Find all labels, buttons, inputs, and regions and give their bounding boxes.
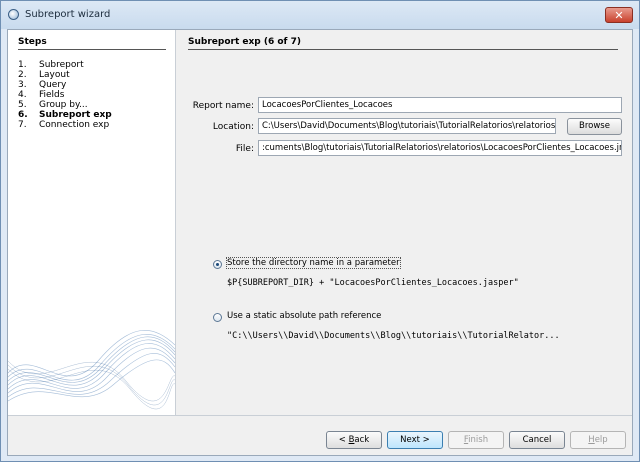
back-prefix: <: [338, 435, 349, 445]
steps-divider: [18, 49, 166, 50]
back-button[interactable]: < Back: [326, 431, 382, 449]
report-name-label: Report name:: [192, 101, 254, 111]
step-item: 5. Group by...: [18, 100, 112, 110]
wizard-client-area: Steps 1. Subreport 2. Layout 3. Query 4. Fie…: [7, 29, 633, 456]
step-item: 2. Layout: [18, 70, 112, 80]
step-number: 2.: [18, 70, 27, 80]
browse-button[interactable]: Browse: [567, 118, 622, 135]
store-parameter-label[interactable]: Store the directory name in a parameter: [226, 257, 401, 269]
step-label: Fields: [39, 90, 65, 100]
step-number: 6.: [18, 110, 28, 120]
subreport-exp-panel: Subreport exp (6 of 7) Report name: Loca…: [176, 30, 632, 415]
store-parameter-radio[interactable]: [213, 260, 222, 269]
panel-heading: Subreport exp (6 of 7): [188, 37, 301, 47]
parameter-expression: $P{SUBREPORT_DIR} + "LocacoesPorClientes…: [227, 278, 519, 288]
wizard-app-icon: [8, 9, 19, 20]
decorative-waves-image: [8, 329, 175, 410]
step-label: Query: [39, 80, 67, 90]
location-field[interactable]: C:\Users\David\Documents\Blog\tutoriais\…: [258, 118, 556, 134]
button-bar: < Back Next > Finish Cancel Help: [8, 415, 632, 455]
back-label: ack: [354, 435, 370, 445]
wizard-window: Subreport wizard ✕ Steps 1. Subreport 2. L…: [0, 0, 640, 462]
step-item: 7. Connection exp: [18, 120, 112, 130]
finish-label: inish: [468, 435, 489, 445]
step-label: Connection exp: [39, 120, 110, 130]
location-label: Location:: [212, 122, 254, 132]
static-path-label[interactable]: Use a static absolute path reference: [227, 311, 381, 321]
report-name-field[interactable]: LocacoesPorClientes_Locacoes: [258, 97, 622, 113]
step-list: 1. Subreport 2. Layout 3. Query 4. Fields 5.…: [18, 60, 112, 130]
step-item-current: 6. Subreport exp: [18, 110, 112, 120]
step-label: Group by...: [39, 100, 88, 110]
file-label: File:: [235, 144, 254, 154]
step-number: 4.: [18, 90, 27, 100]
steps-heading: Steps: [18, 37, 47, 47]
next-button[interactable]: Next >: [387, 431, 443, 449]
close-button[interactable]: ✕: [605, 7, 633, 23]
help-button[interactable]: Help: [570, 431, 626, 449]
help-label: elp: [594, 435, 608, 445]
step-label: Subreport exp: [39, 110, 112, 120]
panel-heading-divider: [188, 49, 618, 50]
step-number: 7.: [18, 120, 27, 130]
step-number: 3.: [18, 80, 27, 90]
file-field[interactable]: :cuments\Blog\tutoriais\TutorialRelatori…: [258, 140, 622, 156]
static-path-expression: "C:\\Users\\David\\Documents\\Blog\\tuto…: [227, 331, 560, 341]
step-item: 3. Query: [18, 80, 112, 90]
step-number: 1.: [18, 60, 27, 70]
step-item: 1. Subreport: [18, 60, 112, 70]
window-title: Subreport wizard: [25, 9, 111, 20]
finish-button[interactable]: Finish: [448, 431, 504, 449]
static-path-radio[interactable]: [213, 313, 222, 322]
step-label: Layout: [39, 70, 70, 80]
cancel-button[interactable]: Cancel: [509, 431, 565, 449]
step-item: 4. Fields: [18, 90, 112, 100]
step-number: 5.: [18, 100, 27, 110]
title-bar[interactable]: Subreport wizard ✕: [1, 1, 639, 29]
step-label: Subreport: [39, 60, 84, 70]
steps-panel: Steps 1. Subreport 2. Layout 3. Query 4. Fie…: [8, 30, 175, 415]
